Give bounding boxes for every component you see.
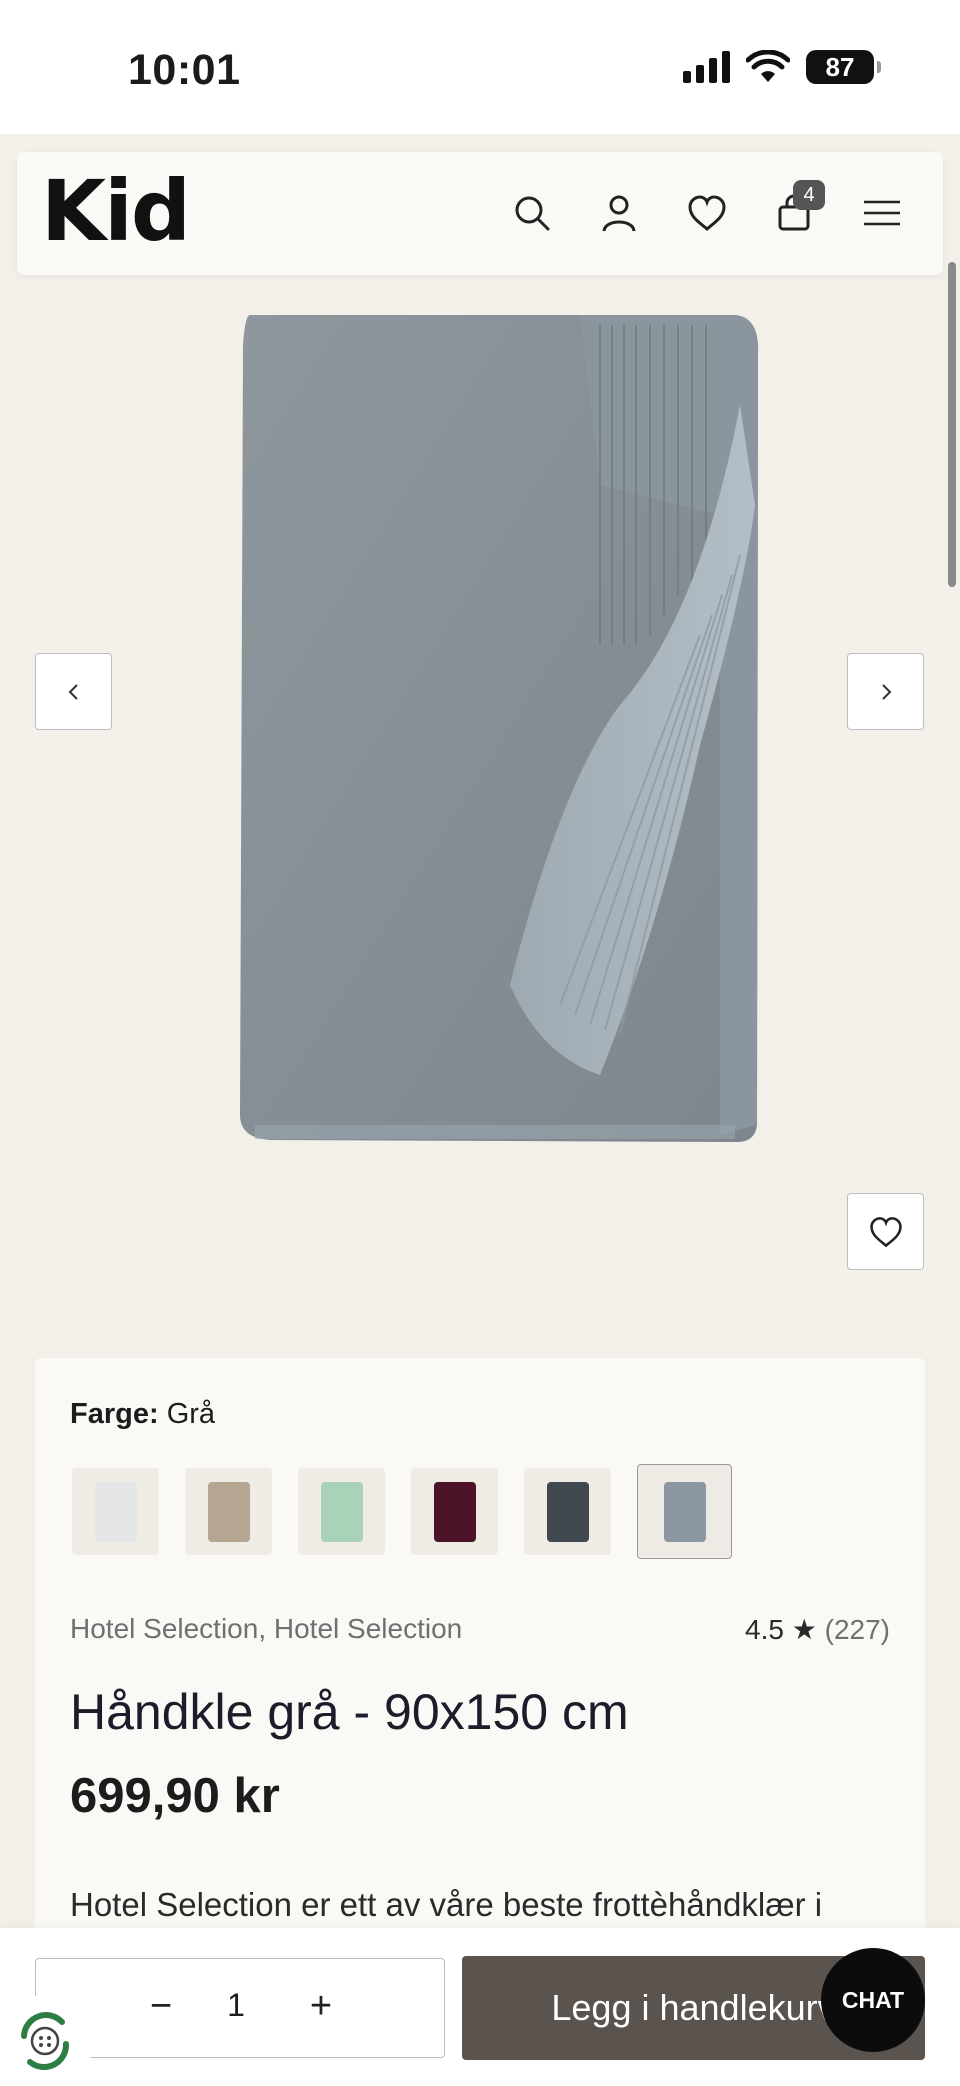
color-value: Grå: [166, 1398, 216, 1430]
site-header: Kid 4: [17, 152, 943, 275]
status-icons: 87: [683, 50, 881, 84]
next-image-button[interactable]: [847, 653, 924, 730]
quantity-value[interactable]: 1: [216, 1987, 256, 2024]
product-gallery: [0, 285, 960, 1325]
add-to-wishlist-button[interactable]: [847, 1193, 924, 1270]
product-image: [240, 315, 759, 1143]
search-icon[interactable]: [507, 188, 557, 238]
battery-icon: 87: [806, 50, 881, 84]
swatch-burgundy[interactable]: [411, 1468, 498, 1555]
wishlist-icon[interactable]: [682, 188, 732, 238]
brand-link[interactable]: Hotel Selection, Hotel Selection: [70, 1613, 462, 1645]
product-rating[interactable]: 4.5 ★ (227): [745, 1613, 890, 1646]
cart-icon[interactable]: 4: [769, 180, 825, 238]
product-price: 699,90 kr: [70, 1769, 280, 1823]
wifi-icon: [746, 50, 790, 82]
rating-value: 4.5: [745, 1614, 784, 1645]
color-swatches: [72, 1464, 732, 1559]
heart-icon: [869, 1216, 902, 1247]
chat-button[interactable]: CHAT: [821, 1948, 925, 2052]
quantity-stepper: − 1 +: [35, 1958, 445, 2058]
review-count: (227): [824, 1614, 890, 1645]
color-selection-label: Farge: Grå: [70, 1398, 215, 1431]
cart-count-badge: 4: [793, 180, 825, 210]
prev-image-button[interactable]: [35, 653, 112, 730]
quantity-decrease-button[interactable]: −: [136, 1985, 186, 2028]
menu-icon[interactable]: [857, 188, 907, 238]
swatch-navy[interactable]: [524, 1468, 611, 1555]
signal-icon: [683, 51, 730, 83]
product-title: Håndkle grå - 90x150 cm: [70, 1684, 629, 1740]
account-icon[interactable]: [594, 188, 644, 238]
swatch-white[interactable]: [72, 1468, 159, 1555]
status-bar: 10:01 87: [0, 0, 960, 134]
swatch-grey-selected[interactable]: [637, 1464, 732, 1559]
swatch-mint[interactable]: [298, 1468, 385, 1555]
status-time: 10:01: [128, 46, 241, 94]
add-to-cart-bar: − 1 + Legg i handlekurv: [0, 1928, 960, 2086]
quantity-increase-button[interactable]: +: [296, 1985, 346, 2028]
product-description: Hotel Selection er ett av våre beste fro…: [70, 1886, 823, 1923]
color-label: Farge:: [70, 1398, 159, 1430]
logo[interactable]: Kid: [41, 162, 191, 260]
eco-badge-icon[interactable]: [0, 1996, 90, 2086]
swatch-beige[interactable]: [185, 1468, 272, 1555]
star-icon: ★: [791, 1614, 817, 1645]
